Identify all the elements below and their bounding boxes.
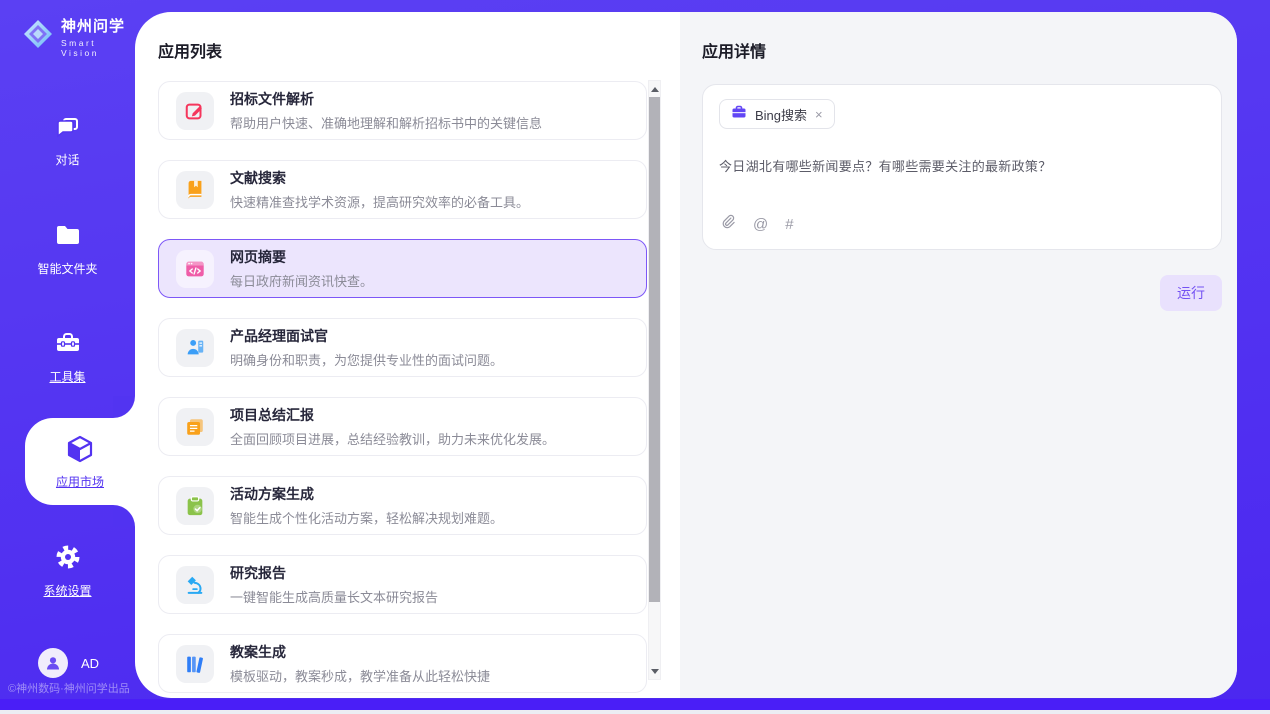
folder-icon	[54, 221, 82, 252]
sidebar: 神州问学 Smart Vision 对话 智能文件夹	[0, 0, 135, 714]
toolbox-icon	[54, 329, 82, 360]
app-card-title: 教案生成	[230, 642, 490, 662]
edit-doc-icon	[176, 92, 214, 130]
sidebar-item-settings[interactable]: 系统设置	[0, 543, 135, 599]
app-card[interactable]: 活动方案生成智能生成个性化活动方案，轻松解决规划难题。	[158, 476, 647, 535]
query-text[interactable]: 今日湖北有哪些新闻要点？有哪些需要关注的最新政策？	[719, 156, 1205, 175]
app-card-description: 智能生成个性化活动方案，轻松解决规划难题。	[230, 508, 503, 527]
app-card[interactable]: 招标文件解析帮助用户快速、准确地理解和解析招标书中的关键信息	[158, 81, 647, 140]
app-detail-title: 应用详情	[702, 38, 1222, 62]
scrollbar-thumb[interactable]	[649, 97, 660, 602]
run-button[interactable]: 运行	[1160, 275, 1222, 311]
clipboard-check-icon	[176, 487, 214, 525]
tool-tag-bing[interactable]: Bing搜索 ×	[719, 99, 835, 129]
scroll-down-arrow[interactable]	[649, 665, 660, 677]
sidebar-item-chat[interactable]: 对话	[0, 112, 135, 168]
browser-code-icon	[176, 250, 214, 288]
app-card[interactable]: 研究报告一键智能生成高质量长文本研究报告	[158, 555, 647, 614]
cube-icon	[65, 434, 95, 467]
sidebar-item-label: 系统设置	[43, 582, 91, 599]
app-list-title: 应用列表	[158, 38, 663, 62]
app-card-title: 网页摘要	[230, 247, 373, 267]
book-icon	[176, 171, 214, 209]
tab-curve-bottom	[113, 505, 135, 527]
briefcase-icon	[731, 104, 747, 125]
app-card-description: 模板驱动，教案秒成，教学准备从此轻松快捷	[230, 666, 490, 685]
sidebar-item-label: 智能文件夹	[37, 260, 97, 277]
attachment-icon[interactable]	[719, 213, 736, 235]
query-composer[interactable]: Bing搜索 × 今日湖北有哪些新闻要点？有哪些需要关注的最新政策？ @ #	[702, 84, 1222, 250]
app-card-title: 招标文件解析	[230, 89, 542, 109]
app-card-description: 明确身份和职责，为您提供专业性的面试问题。	[230, 350, 503, 369]
brand-subtitle: Smart Vision	[61, 38, 135, 58]
sidebar-item-label: 对话	[55, 151, 79, 168]
sidebar-item-smart-folder[interactable]: 智能文件夹	[0, 221, 135, 277]
app-card-title: 产品经理面试官	[230, 326, 503, 346]
gear-icon	[54, 543, 82, 574]
app-card-title: 项目总结汇报	[230, 405, 555, 425]
bottom-edge	[0, 710, 1270, 714]
app-card-list: 招标文件解析帮助用户快速、准确地理解和解析招标书中的关键信息文献搜索快速精准查找…	[158, 81, 647, 693]
app-card-title: 活动方案生成	[230, 484, 503, 504]
user-account[interactable]: AD	[38, 648, 99, 678]
diamond-logo-icon	[22, 18, 54, 55]
app-card-description: 帮助用户快速、准确地理解和解析招标书中的关键信息	[230, 113, 542, 132]
interviewer-icon	[176, 329, 214, 367]
app-card-description: 快速精准查找学术资源，提高研究效率的必备工具。	[230, 192, 529, 211]
app-card[interactable]: 教案生成模板驱动，教案秒成，教学准备从此轻松快捷	[158, 634, 647, 693]
sidebar-item-app-market[interactable]: 应用市场	[25, 418, 135, 505]
app-list-panel: 应用列表 招标文件解析帮助用户快速、准确地理解和解析招标书中的关键信息文献搜索快…	[135, 12, 663, 698]
tool-tag-label: Bing搜索	[755, 105, 807, 124]
app-card-description: 一键智能生成高质量长文本研究报告	[230, 587, 438, 606]
composer-toolbar: @ #	[719, 213, 1205, 237]
app-card[interactable]: 项目总结汇报全面回顾项目进展，总结经验教训，助力未来优化发展。	[158, 397, 647, 456]
brand-logo: 神州问学 Smart Vision	[22, 15, 135, 58]
app-card[interactable]: 网页摘要每日政府新闻资讯快查。	[158, 239, 647, 298]
app-card-description: 每日政府新闻资讯快查。	[230, 271, 373, 290]
notes-icon	[176, 408, 214, 446]
microscope-icon	[176, 566, 214, 604]
sidebar-item-label: 工具集	[49, 368, 85, 385]
copyright-text: ©神州数码·神州问学出品	[8, 680, 130, 696]
app-card[interactable]: 文献搜索快速精准查找学术资源，提高研究效率的必备工具。	[158, 160, 647, 219]
run-row: 运行	[702, 275, 1222, 311]
books-icon	[176, 645, 214, 683]
app-card-title: 研究报告	[230, 563, 438, 583]
avatar	[38, 648, 68, 678]
mention-icon[interactable]: @	[753, 216, 768, 233]
tab-curve-top	[113, 396, 135, 418]
brand-name: 神州问学	[61, 15, 135, 36]
hash-icon[interactable]: #	[785, 216, 793, 233]
app-card-description: 全面回顾项目进展，总结经验教训，助力未来优化发展。	[230, 429, 555, 448]
app-detail-panel: 应用详情 Bing搜索 × 今日湖北有哪些新闻要点？有哪些需要关注的最新政策？	[680, 12, 1237, 698]
app-card-title: 文献搜索	[230, 168, 529, 188]
sidebar-item-label: 应用市场	[56, 473, 104, 490]
chat-icon	[54, 112, 82, 143]
user-id-label: AD	[81, 656, 99, 671]
scroll-up-arrow[interactable]	[649, 83, 660, 95]
app-card[interactable]: 产品经理面试官明确身份和职责，为您提供专业性的面试问题。	[158, 318, 647, 377]
app-list-scrollbar[interactable]	[648, 80, 661, 680]
bottom-accent-strip	[0, 699, 1270, 710]
main-content: 应用列表 招标文件解析帮助用户快速、准确地理解和解析招标书中的关键信息文献搜索快…	[135, 12, 1237, 698]
close-icon[interactable]: ×	[815, 108, 823, 121]
sidebar-item-toolset[interactable]: 工具集	[0, 329, 135, 385]
